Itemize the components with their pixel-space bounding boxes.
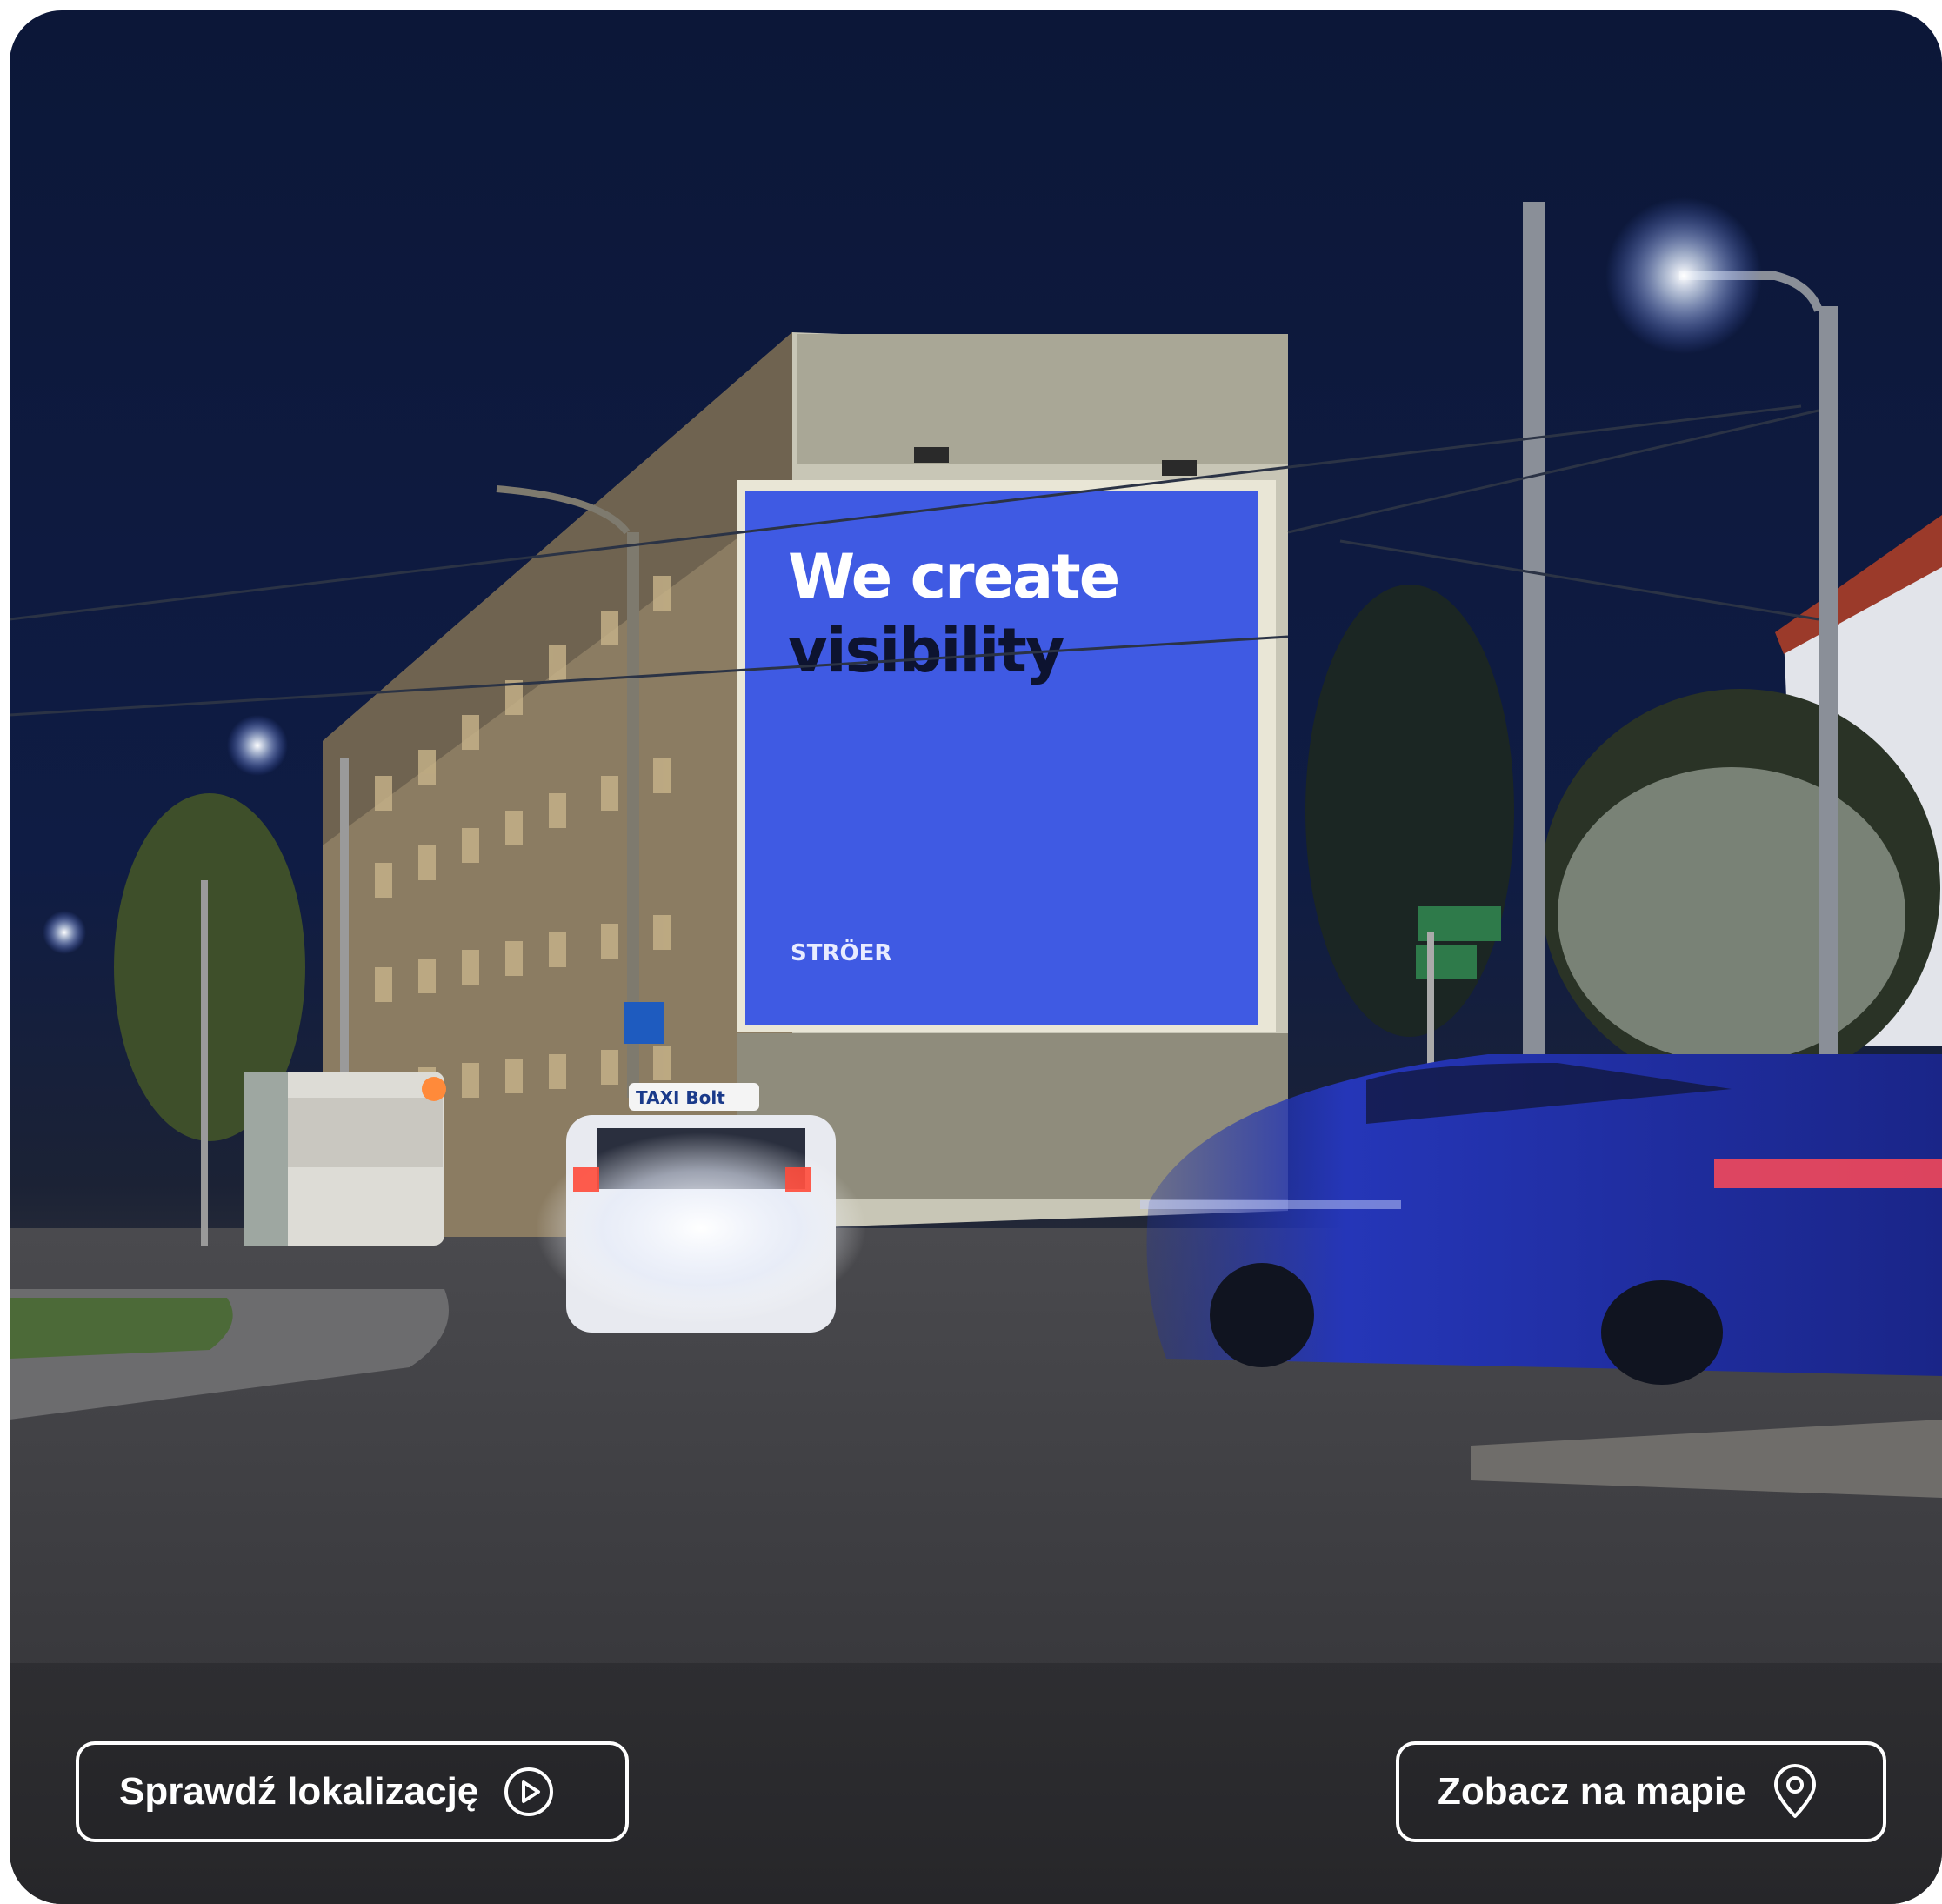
- taxi-roof-sign: TAXI Bolt: [636, 1087, 725, 1108]
- check-location-label: Sprawdź lokalizację: [119, 1770, 479, 1813]
- billboard-headline-line2: visibility: [788, 615, 1064, 686]
- location-photo: We create visibility STRÖER TAXI Bolt: [10, 197, 1942, 1904]
- view-on-map-button[interactable]: Zobacz na mapie: [1396, 1741, 1886, 1842]
- billboard-headline-line1: We create: [788, 541, 1118, 612]
- map-pin-icon: [1771, 1764, 1819, 1820]
- play-circle-icon: [503, 1766, 555, 1818]
- view-on-map-label: Zobacz na mapie: [1438, 1770, 1746, 1813]
- billboard-brand: STRÖER: [791, 938, 891, 966]
- check-location-button[interactable]: Sprawdź lokalizację: [76, 1741, 629, 1842]
- location-photo-card: We create visibility STRÖER TAXI Bolt Sp…: [10, 10, 1942, 1904]
